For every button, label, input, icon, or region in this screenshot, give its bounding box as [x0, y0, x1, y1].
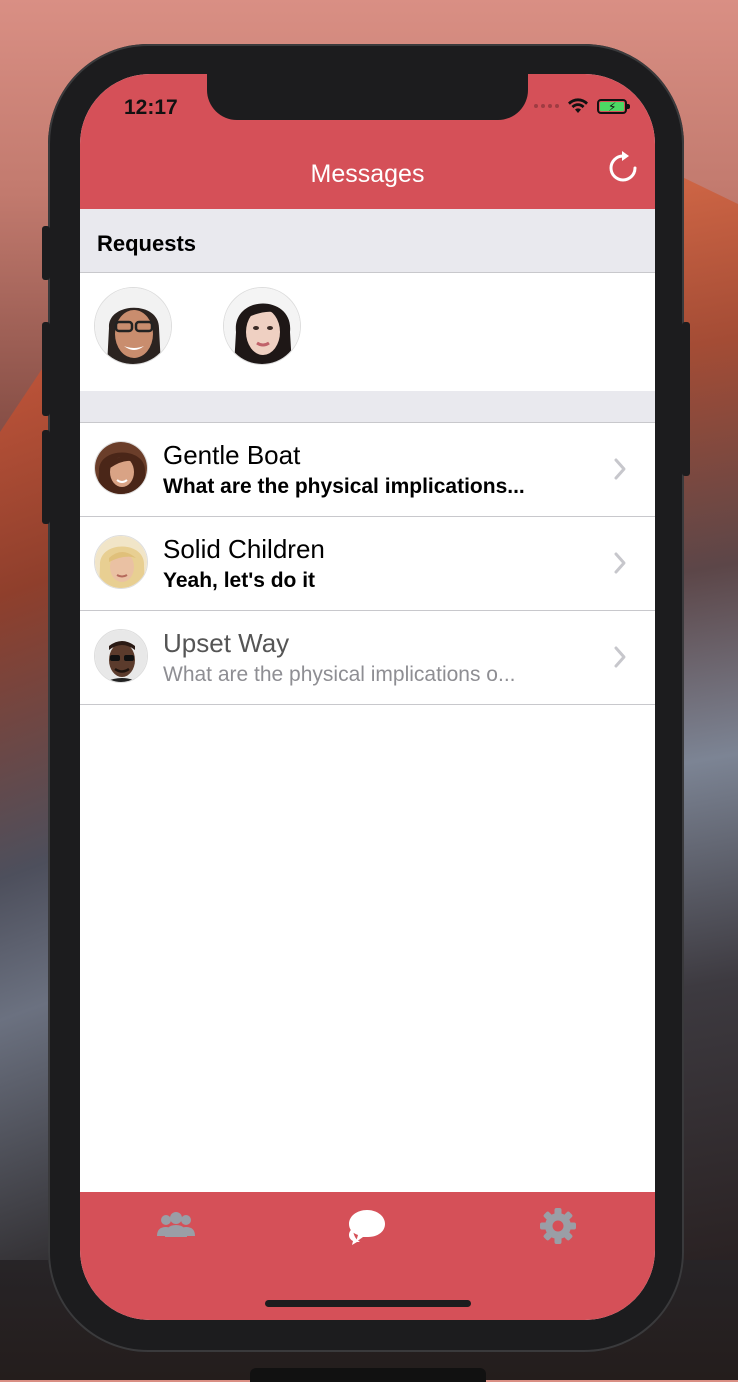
chat-name: Upset Way	[163, 628, 290, 658]
section-spacer	[80, 391, 655, 423]
chat-name: Gentle Boat	[163, 440, 301, 470]
refresh-icon[interactable]	[605, 150, 641, 186]
chat-bubbles-icon[interactable]	[345, 1206, 389, 1246]
wifi-icon	[568, 98, 588, 113]
chat-preview: Yeah, let's do it	[163, 569, 316, 592]
chat-preview: What are the physical implications o...	[163, 663, 516, 686]
page-title: Messages	[310, 160, 425, 188]
cellular-signal-icon	[534, 104, 559, 108]
chat-row[interactable]: Upset Way What are the physical implicat…	[80, 611, 655, 705]
chevron-right-icon	[614, 458, 626, 480]
chat-avatar	[94, 535, 148, 589]
requests-row	[80, 273, 655, 391]
notch	[207, 74, 528, 120]
power-button	[682, 322, 690, 476]
gear-icon[interactable]	[536, 1206, 580, 1246]
chat-list: Gentle Boat What are the physical implic…	[80, 423, 655, 705]
chat-name: Solid Children	[163, 534, 325, 564]
chat-avatar	[94, 441, 148, 495]
request-avatar-1[interactable]	[94, 287, 172, 365]
request-avatar-2[interactable]	[223, 287, 301, 365]
volume-down-button	[42, 430, 50, 524]
mute-switch	[42, 226, 50, 280]
chevron-right-icon	[614, 552, 626, 574]
chat-row[interactable]: Solid Children Yeah, let's do it	[80, 517, 655, 611]
chat-row[interactable]: Gentle Boat What are the physical implic…	[80, 423, 655, 517]
navigation-bar: 12:17 ⚡ Messages	[80, 74, 655, 209]
chat-avatar	[94, 629, 148, 683]
requests-label: Requests	[97, 231, 197, 256]
status-indicators: ⚡	[534, 98, 630, 114]
home-indicator[interactable]	[265, 1300, 471, 1307]
battery-icon: ⚡	[597, 98, 630, 114]
chat-preview: What are the physical implications...	[163, 475, 525, 498]
volume-up-button	[42, 322, 50, 416]
people-icon[interactable]	[154, 1206, 198, 1246]
status-time: 12:17	[124, 96, 178, 119]
requests-section-header: Requests	[80, 209, 655, 273]
chevron-right-icon	[614, 646, 626, 668]
phone-screen: 12:17 ⚡ Messages Requests Gentle Boat Wh…	[80, 74, 655, 1320]
